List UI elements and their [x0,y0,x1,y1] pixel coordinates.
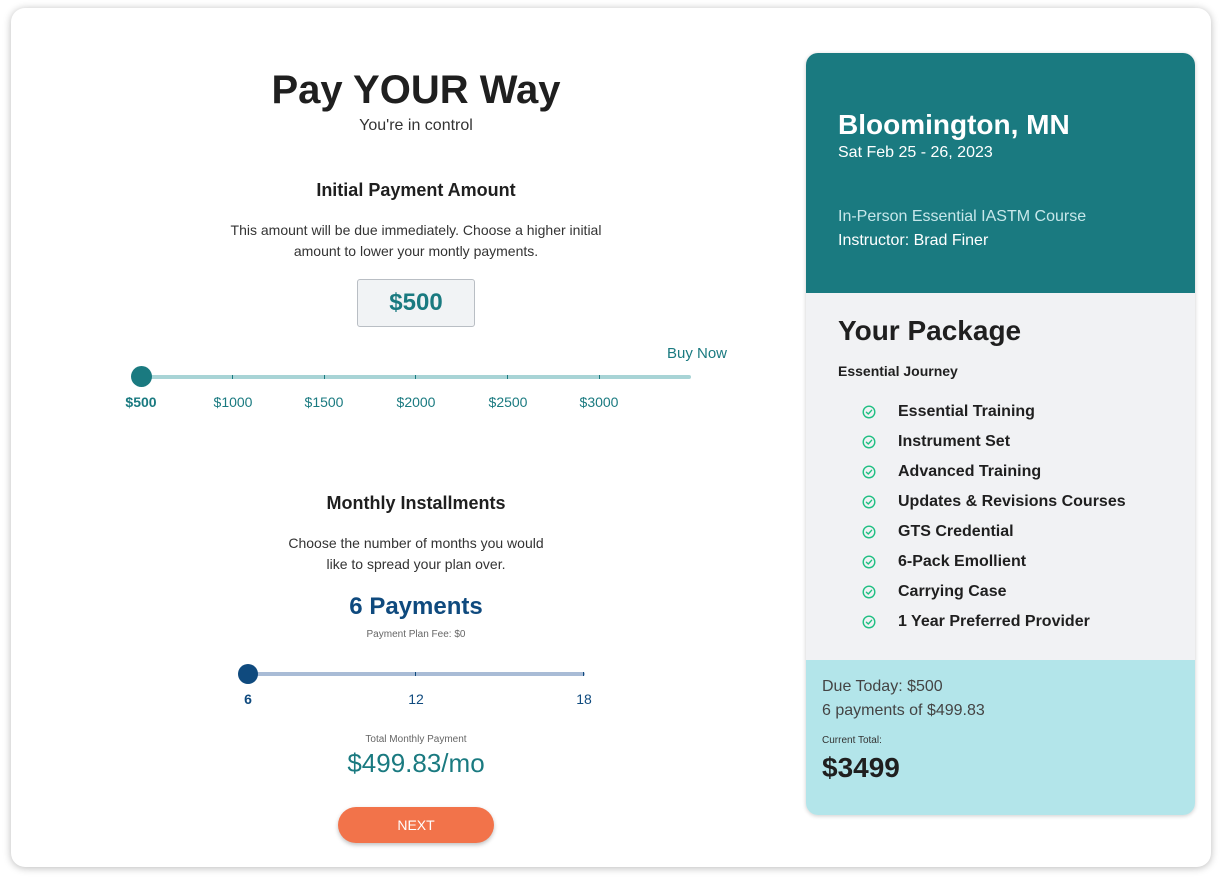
slider-tick [232,375,233,379]
package-item: Carrying Case [862,577,1126,607]
total-monthly-label: Total Monthly Payment [365,734,467,745]
installments-heading: Monthly Installments [326,493,506,513]
slider-label-18[interactable]: 18 [576,691,592,707]
payments-summary: 6 payments of $499.83 [822,702,985,719]
package-item: 1 Year Preferred Provider [862,607,1126,637]
check-circle-icon [862,585,876,599]
check-circle-icon [862,525,876,539]
package-item-label: Updates & Revisions Courses [898,493,1126,510]
page-subtitle: You're in control [359,117,473,134]
initial-payment-description: This amount will be due immediately. Cho… [11,220,821,262]
check-circle-icon [862,465,876,479]
payment-summary: Due Today: $500 6 payments of $499.83 Cu… [806,660,1195,815]
installments-slider-thumb[interactable] [238,664,258,684]
course-info-header: Bloomington, MN Sat Feb 25 - 26, 2023 In… [806,53,1195,293]
package-item-label: GTS Credential [898,523,1014,540]
package-item-label: Instrument Set [898,433,1011,450]
plan-configurator: Pay YOUR Way You're in control Initial P… [11,8,821,867]
slider-tick [415,672,416,676]
slider-label-1000[interactable]: $1000 [214,394,253,410]
total-monthly-value: $499.83/mo [347,748,485,778]
initial-payment-heading: Initial Payment Amount [316,180,516,200]
slider-label-3000[interactable]: $3000 [580,394,619,410]
package-item: Advanced Training [862,457,1126,487]
package-item: Essential Training [862,397,1126,427]
buy-now-link[interactable]: Buy Now [667,345,727,362]
order-summary-panel: Bloomington, MN Sat Feb 25 - 26, 2023 In… [806,53,1195,815]
package-title: Your Package [838,315,1022,346]
slider-tick [324,375,325,379]
slider-tick [415,375,416,379]
current-total-label: Current Total: [822,735,882,746]
check-circle-icon [862,495,876,509]
package-item: Updates & Revisions Courses [862,487,1126,517]
package-item-label: Essential Training [898,403,1035,420]
due-today: Due Today: $500 [822,678,943,695]
installments-description: Choose the number of months you would li… [11,533,821,575]
initial-amount-display: $500 [357,279,475,327]
package-item: 6-Pack Emollient [862,547,1126,577]
package-item-label: Carrying Case [898,583,1007,600]
package-item-label: 1 Year Preferred Provider [898,613,1090,630]
payment-plan-fee: Payment Plan Fee: $0 [366,629,466,640]
page-title: Pay YOUR Way [271,68,561,112]
slider-label-500[interactable]: $500 [125,394,156,410]
slider-tick [583,672,584,676]
initial-payment-slider-track[interactable] [142,375,691,379]
slider-label-12[interactable]: 12 [408,691,424,707]
slider-tick [599,375,600,379]
slider-label-6[interactable]: 6 [244,691,252,707]
slider-label-1500[interactable]: $1500 [305,394,344,410]
payment-plan-card: Pay YOUR Way You're in control Initial P… [11,8,1211,867]
course-dates: Sat Feb 25 - 26, 2023 [838,144,993,161]
package-item-label: Advanced Training [898,463,1042,480]
package-item-label: 6-Pack Emollient [898,553,1027,570]
course-instructor: Instructor: Brad Finer [838,232,989,249]
package-item: GTS Credential [862,517,1126,547]
initial-payment-description-line2: amount to lower your montly payments. [293,243,539,259]
slider-label-2000[interactable]: $2000 [397,394,436,410]
next-button[interactable]: NEXT [338,807,494,843]
package-item: Instrument Set [862,427,1126,457]
slider-tick [507,375,508,379]
initial-payment-description-line1: This amount will be due immediately. Cho… [230,222,602,238]
check-circle-icon [862,555,876,569]
installments-slider-track[interactable] [248,672,585,676]
check-circle-icon [862,615,876,629]
slider-label-2500[interactable]: $2500 [489,394,528,410]
payments-count: 6 Payments [349,593,483,620]
installments-description-line1: Choose the number of months you would [288,535,544,551]
package-name: Essential Journey [838,363,958,379]
initial-payment-slider-thumb[interactable] [131,366,152,387]
check-circle-icon [862,435,876,449]
current-total-value: $3499 [822,752,900,783]
package-items-list: Essential Training Instrument Set Advanced… [862,397,1126,637]
course-name: In-Person Essential IASTM Course [838,208,1087,225]
installments-description-line2: like to spread your plan over. [326,556,506,572]
check-circle-icon [862,405,876,419]
course-city: Bloomington, MN [838,109,1070,140]
